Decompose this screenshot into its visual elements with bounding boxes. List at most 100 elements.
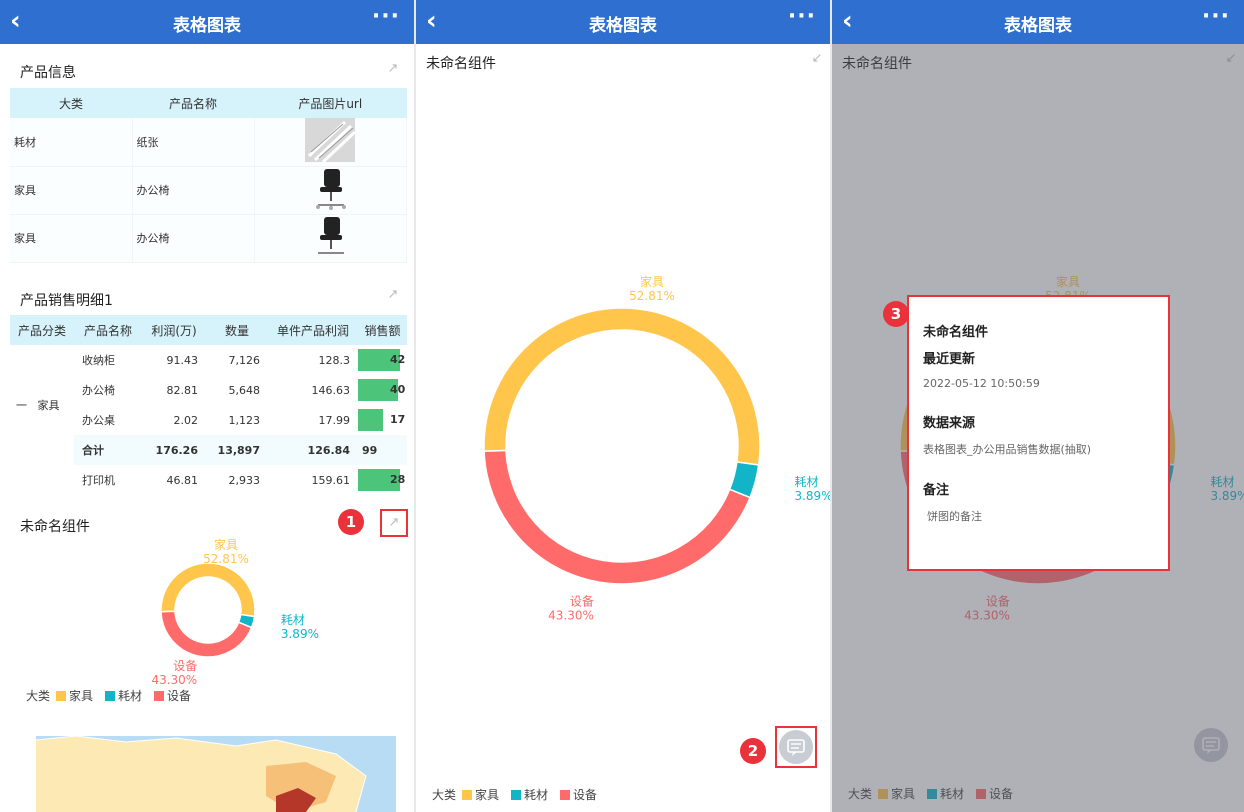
legend-item[interactable]: 家具: [462, 786, 499, 803]
cell-qty: 2,933: [228, 473, 261, 487]
table-row[interactable]: 家具 办公椅: [10, 214, 407, 263]
table-header-row: 大类 产品名称 产品图片url: [10, 88, 407, 118]
legend-item[interactable]: 耗材: [105, 687, 142, 704]
product-info-table: 大类 产品名称 产品图片url 耗材 纸张 家具 办公椅 家具 办公椅: [10, 88, 407, 263]
legend-item[interactable]: 家具: [56, 687, 93, 704]
header-bar: ‹ 表格图表 ···: [832, 0, 1244, 44]
map-chart[interactable]: [36, 736, 396, 812]
table-row[interactable]: 耗材 纸张: [10, 118, 407, 167]
pie-label-value-1: 3.89%: [281, 627, 319, 641]
sales-value: 17: [390, 413, 406, 426]
expand-icon[interactable]: ↗: [386, 288, 400, 302]
header-bar: ‹ 表格图表 ···: [0, 0, 414, 44]
pie-label-name-1: 耗材: [794, 475, 818, 489]
group-cell-empty: [10, 465, 74, 495]
legend-swatch: [462, 790, 473, 800]
cell-category: 家具: [10, 214, 133, 263]
sales-detail-table: 产品分类 产品名称 利润(万) 数量 单件产品利润 销售额 一 家具 收纳柜 9…: [10, 315, 407, 495]
pie-label-value-2: 43.30%: [548, 609, 594, 623]
legend-swatch: [105, 691, 116, 701]
chart-legend: 大类 家具 耗材 设备: [432, 786, 603, 803]
legend-swatch: [154, 691, 165, 701]
expand-icon[interactable]: ↗: [387, 516, 401, 530]
sales-value: 28: [390, 473, 406, 486]
column-header: 产品名称: [132, 88, 254, 118]
legend-label: 耗材: [118, 689, 143, 703]
pie-label-name-0: 家具: [214, 537, 238, 552]
more-icon[interactable]: ···: [788, 4, 816, 29]
expand-icon[interactable]: ↗: [386, 62, 400, 76]
cell-sales: 17: [358, 405, 407, 435]
column-header: 单件产品利润: [268, 315, 358, 345]
collapse-toggle[interactable]: 一: [16, 399, 27, 412]
pie-slice-0: [483, 307, 761, 466]
cell-name: 收纳柜: [82, 354, 115, 367]
cell-qty: 5,648: [228, 383, 261, 397]
office-chair-image: [254, 214, 407, 263]
table-row[interactable]: 一 家具 收纳柜 91.43 7,126 128.3 42: [10, 345, 407, 412]
table-header-row: 产品分类 产品名称 利润(万) 数量 单件产品利润 销售额: [10, 315, 407, 345]
cell-name: 办公桌: [82, 414, 115, 427]
pie-slice-2: [483, 449, 751, 585]
column-header: 数量: [206, 315, 268, 345]
cell-unit-profit: 128.3: [318, 353, 351, 367]
cell-qty: 7,126: [228, 353, 261, 367]
more-icon[interactable]: ···: [372, 4, 400, 29]
legend-label: 家具: [69, 689, 94, 703]
pie-slice-1: [728, 461, 760, 499]
pie-slice-0: [160, 562, 256, 618]
cell-profit: 82.81: [166, 383, 199, 397]
paper-image: [254, 118, 407, 167]
group-cell[interactable]: 一 家具: [10, 345, 74, 465]
pie-chart-large: 家具52.81% 耗材3.89% 设备43.30%: [483, 274, 830, 623]
table-row[interactable]: 家具 办公椅: [10, 166, 407, 215]
cell-unit-profit: 159.61: [311, 473, 351, 487]
pie-slice-1: [237, 613, 256, 629]
step-marker-2: 2: [740, 738, 766, 764]
more-icon[interactable]: ···: [1202, 4, 1230, 29]
page-title: 表格图表: [1004, 16, 1072, 36]
legend-title: 大类: [26, 689, 51, 703]
office-chair-image: [254, 166, 407, 215]
pie-label-value-2: 43.30%: [151, 673, 197, 687]
page-title: 表格图表: [173, 16, 241, 36]
cell-sales: 42: [358, 345, 407, 375]
product-info-title: 产品信息: [20, 65, 76, 81]
pie-label-name-2: 设备: [173, 659, 197, 673]
cell-qty: 13,897: [206, 435, 268, 465]
cell-name: 办公椅: [132, 214, 255, 263]
legend-label: 设备: [573, 788, 598, 802]
legend-item[interactable]: 设备: [154, 687, 191, 704]
collapse-icon[interactable]: ↙: [810, 52, 824, 66]
pie-label-value-1: 3.89%: [794, 489, 830, 503]
cell-sales: 40: [358, 375, 407, 405]
cell-qty: 1,123: [228, 413, 261, 427]
cell-unit-profit: 17.99: [318, 413, 351, 427]
sales-value: 42: [390, 353, 406, 366]
legend-label: 家具: [475, 788, 500, 802]
component-title: 未命名组件: [20, 519, 90, 535]
cell-profit: 46.81: [166, 473, 199, 487]
legend-item[interactable]: 设备: [560, 786, 597, 803]
sales-value: 40: [390, 383, 406, 396]
cell-sales: 28: [358, 465, 407, 495]
table-row[interactable]: 打印机 46.81 2,933 159.61 28: [10, 465, 407, 495]
cell-name: 合计: [74, 435, 142, 465]
highlight-box: [907, 295, 1170, 571]
legend-label: 设备: [167, 689, 192, 703]
pie-label-name-0: 家具: [640, 274, 664, 289]
panel-dashboard: ‹ 表格图表 ··· 产品信息 ↗ 大类 产品名称 产品图片url 耗材 纸张 …: [0, 0, 414, 812]
cell-unit-profit: 146.63: [311, 383, 351, 397]
legend-swatch: [511, 790, 522, 800]
pie-label-value-0: 52.81%: [629, 289, 675, 303]
legend-item[interactable]: 耗材: [511, 786, 548, 803]
column-header: 利润(万): [142, 315, 206, 345]
pie-slice-2: [160, 610, 253, 658]
column-header: 销售额: [358, 315, 407, 345]
legend-swatch: [560, 790, 571, 800]
cell-name: 打印机: [82, 474, 115, 487]
comment-button[interactable]: [779, 730, 813, 764]
cell-profit: 91.43: [166, 353, 199, 367]
column-header: 产品名称: [74, 315, 142, 345]
legend-label: 耗材: [524, 788, 549, 802]
